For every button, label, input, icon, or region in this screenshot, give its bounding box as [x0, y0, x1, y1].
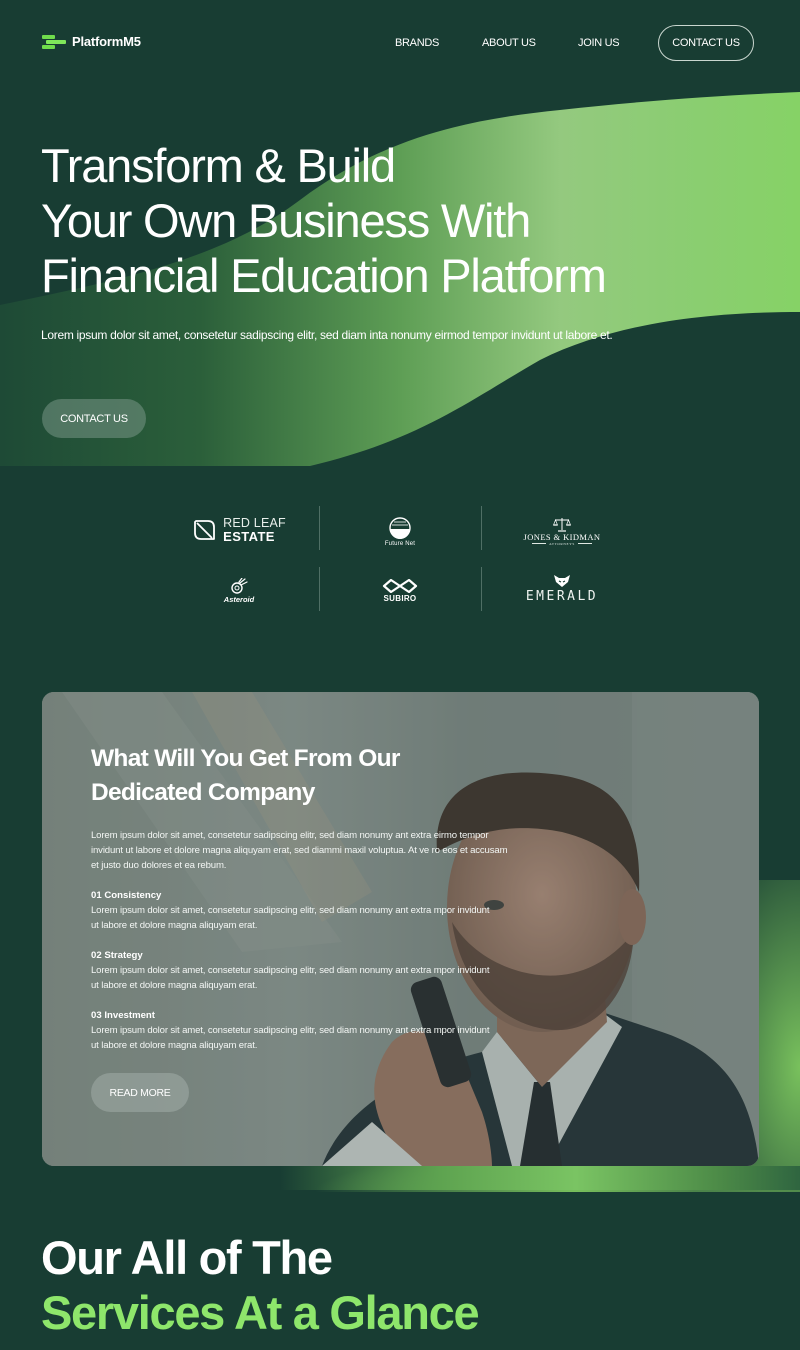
feature-item-body: Lorem ipsum dolor sit amet, consetetur s… — [91, 905, 490, 931]
brand-future-net[interactable]: Future Net — [319, 509, 481, 555]
hero-contact-button[interactable]: CONTACT US — [42, 399, 146, 438]
globe-icon — [389, 517, 411, 539]
brand-label: EMERALD — [525, 589, 599, 604]
nav-about-us[interactable]: ABOUT US — [482, 37, 536, 49]
feature-item-strategy: 02 Strategy Lorem ipsum dolor sit amet, … — [91, 948, 491, 993]
header-contact-button[interactable]: CONTACT US — [658, 25, 754, 61]
logo-mark-icon — [42, 34, 66, 49]
brand-label: Asteroid — [223, 595, 255, 604]
brand-jones-kidman[interactable]: JONES & KIDMAN ATTORNEYS — [481, 508, 643, 554]
read-more-button[interactable]: READ MORE — [91, 1073, 189, 1112]
services-title: Our All of The Services At a Glance — [41, 1230, 480, 1340]
site-header: PlatformM5 BRANDS ABOUT US JOIN US CONTA… — [0, 0, 800, 86]
feature-item-body: Lorem ipsum dolor sit amet, consetetur s… — [91, 965, 490, 991]
brand-label: Future Net — [384, 541, 416, 547]
brand-asteroid[interactable]: Asteroid — [158, 568, 320, 614]
feature-title: What Will You Get From Our Dedicated Com… — [91, 742, 400, 810]
logo[interactable]: PlatformM5 — [42, 34, 141, 49]
asteroid-icon — [231, 578, 248, 594]
feature-item-heading: 03 Investment — [91, 1010, 155, 1021]
nav-join-us[interactable]: JOIN US — [578, 37, 620, 49]
feature-intro: Lorem ipsum dolor sit amet, consetetur s… — [91, 830, 508, 871]
nav-brands[interactable]: BRANDS — [395, 37, 439, 49]
hero-title-line: Your Own Business With — [41, 194, 531, 247]
scales-icon — [552, 517, 571, 532]
services-title-line1: Our All of The — [41, 1231, 333, 1284]
feature-card: What Will You Get From Our Dedicated Com… — [42, 692, 759, 1166]
brand-emerald[interactable]: EMERALD — [481, 566, 643, 612]
feature-title-line: Dedicated Company — [91, 779, 315, 806]
infinity-icon — [382, 579, 418, 593]
feature-item-body: Lorem ipsum dolor sit amet, consetetur s… — [91, 1025, 490, 1051]
leaf-icon — [194, 519, 216, 540]
brand-sublabel: ATTORNEYS — [532, 542, 592, 546]
services-title-line2: Services At a Glance — [41, 1286, 480, 1339]
hero-title-line: Transform & Build — [41, 139, 396, 192]
brand-label-line2: ESTATE — [223, 529, 275, 544]
logo-text: PlatformM5 — [72, 34, 141, 49]
hero-subtitle: Lorem ipsum dolor sit amet, consetetur s… — [41, 328, 613, 342]
feature-item-consistency: 01 Consistency Lorem ipsum dolor sit ame… — [91, 888, 491, 933]
brand-subiro[interactable]: SUBIRO — [319, 568, 481, 614]
brand-red-leaf-estate[interactable]: RED LEAF ESTATE — [158, 507, 320, 553]
brand-label: SUBIRO — [383, 594, 417, 603]
hero-title-line: Financial Education Platform — [41, 249, 607, 302]
feature-item-heading: 01 Consistency — [91, 890, 162, 901]
feature-item-heading: 02 Strategy — [91, 950, 143, 961]
feature-item-investment: 03 Investment Lorem ipsum dolor sit amet… — [91, 1008, 491, 1053]
brand-label: JONES & KIDMAN — [523, 531, 601, 542]
fox-icon — [553, 575, 570, 587]
brand-logos: RED LEAF ESTATE Future Net JONES & KIDMA… — [0, 500, 800, 620]
card-green-glow-band — [0, 1166, 800, 1190]
hero-title: Transform & Build Your Own Business With… — [41, 138, 607, 303]
feature-title-line: What Will You Get From Our — [91, 745, 400, 772]
